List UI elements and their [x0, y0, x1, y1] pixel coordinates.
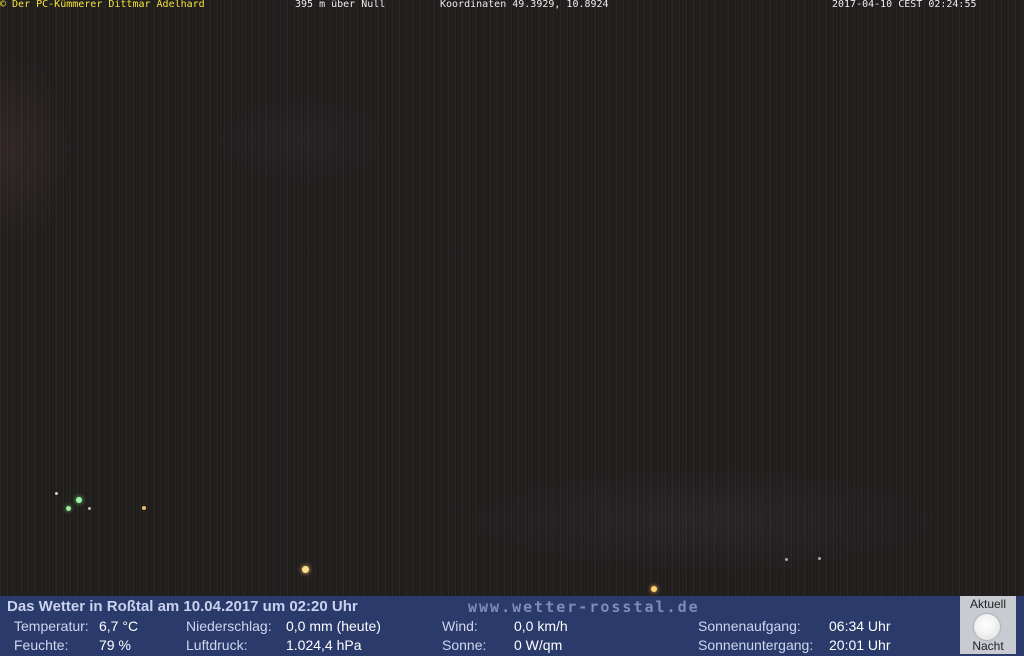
humidity-value: 79 % [99, 637, 131, 653]
sun-label: Sonne: [442, 637, 487, 653]
copyright-owner: © Der PC-Kümmerer Dittmar Adelhard [0, 0, 205, 10]
moon-current-label: Aktuell [969, 597, 1007, 611]
sunset-value: 20:01 Uhr [829, 637, 891, 653]
green-light-cluster [66, 506, 71, 511]
temperature-value: 6,7 °C [99, 618, 139, 634]
green-light-cluster [76, 497, 82, 503]
timestamp-text: 2017-04-10 CEST 02:24:55 [832, 0, 977, 10]
webcam-info-overlay: © Der PC-Kümmerer Dittmar Adelhard 395 m… [0, 0, 1024, 10]
street-light [651, 586, 657, 592]
wind-label: Wind: [442, 618, 478, 634]
humidity-label: Feuchte: [14, 637, 69, 653]
precipitation-value: 0,0 mm (heute) [286, 618, 381, 634]
weather-title: Das Wetter in Roßtal am 10.04.2017 um 02… [7, 598, 358, 615]
distant-light [785, 558, 788, 561]
pressure-label: Luftdruck: [186, 637, 248, 653]
distant-light [818, 557, 821, 560]
temperature-label: Temperatur: [14, 618, 89, 634]
sunrise-value: 06:34 Uhr [829, 618, 891, 634]
precipitation-label: Niederschlag: [186, 618, 272, 634]
green-light-cluster [55, 492, 58, 495]
sun-value: 0 W/qm [514, 637, 563, 653]
green-light-cluster [88, 507, 91, 510]
sunrise-label: Sonnenaufgang: [698, 618, 801, 634]
weather-footer: Das Wetter in Roßtal am 10.04.2017 um 02… [0, 596, 1024, 656]
webcam-night-image [0, 0, 1024, 596]
moon-icon [974, 614, 1000, 640]
moon-night-label: Nacht [972, 639, 1004, 653]
sunset-label: Sonnenuntergang: [698, 637, 814, 653]
wind-value: 0,0 km/h [514, 618, 568, 634]
altitude-text: 395 m über Null [295, 0, 386, 10]
pressure-value: 1.024,4 hPa [286, 637, 362, 653]
coordinates-text: Koordinaten 49.3929, 10.8924 [440, 0, 609, 10]
street-light [142, 506, 146, 510]
moon-phase-box: Aktuell Nacht [960, 596, 1016, 654]
site-link[interactable]: www.wetter-rosstal.de [468, 598, 700, 616]
street-light [302, 566, 309, 573]
